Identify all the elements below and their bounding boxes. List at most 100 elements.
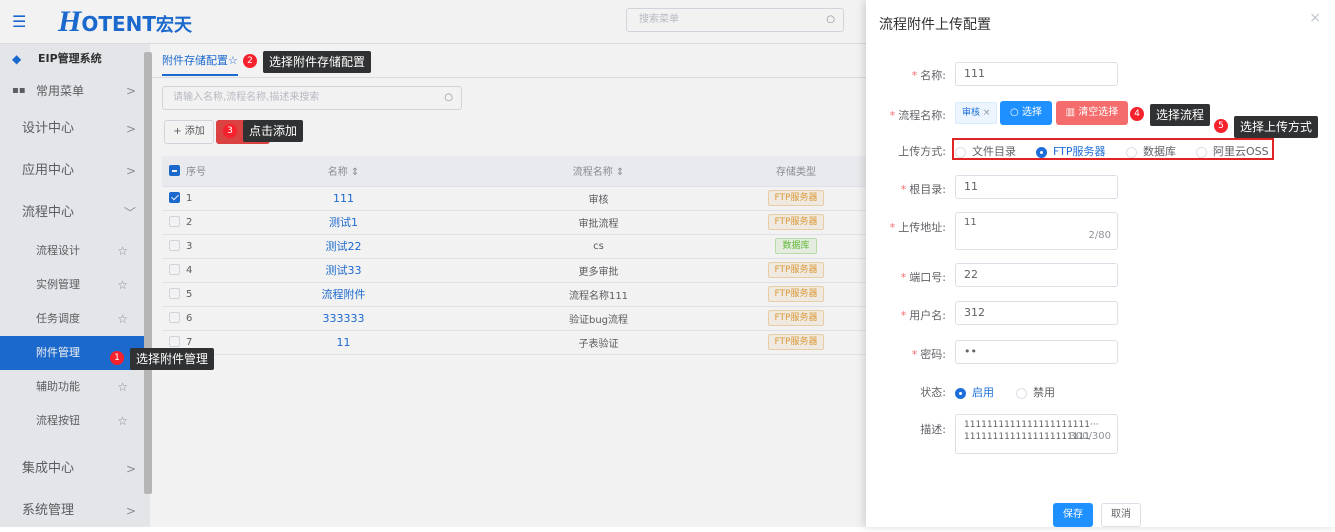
storage-type-tag: FTP服务器 [767,286,825,302]
row-checkbox[interactable] [162,186,186,211]
sidebar-subitem-attachment[interactable]: 附件管理 [0,336,150,370]
row-name-link[interactable]: 11 [216,330,471,355]
storage-type-tag: FTP服务器 [767,214,825,230]
upload-option-db[interactable]: 数据库 [1126,143,1176,159]
star-icon[interactable]: ☆ [117,302,128,336]
trash-icon: ▥ [1065,107,1076,118]
checkbox[interactable] [168,216,180,228]
star-icon[interactable]: ☆ [228,54,238,67]
upload-option-dir[interactable]: 文件目录 [955,143,1016,159]
tag-close-icon[interactable]: × [983,108,991,118]
row-name-link[interactable]: 测试22 [216,234,471,259]
table-row[interactable]: 3 测试22 cs 数据库 [162,234,866,259]
checkbox[interactable] [168,264,180,276]
table-row[interactable]: 2 测试1 审批流程 FTP服务器 [162,210,866,235]
status-enabled-radio[interactable]: 启用 [955,384,994,400]
tab-bar: 附件存储配置☆ [152,44,866,78]
table-header-row: 序号 名称 ⇕ 流程名称 ⇕ 存储类型 [162,156,866,187]
sidebar-item-flow[interactable]: 流程中心 ﹀ [0,192,150,234]
name-label: * 名称: [911,69,946,82]
username-field[interactable]: 312 [955,301,1118,325]
row-checkbox[interactable] [162,282,186,307]
star-icon[interactable]: ☆ [117,404,128,438]
table-row[interactable]: 4 测试33 更多审批 FTP服务器 [162,258,866,283]
save-button[interactable]: 保存 [1053,503,1093,527]
sidebar-item-app[interactable]: 应用中心 > [0,150,150,192]
chevron-right-icon: > [125,122,136,136]
sidebar-subitem-buttons[interactable]: 流程按钮 ☆ [0,404,150,438]
search-icon[interactable]: ○ [826,9,835,31]
port-field[interactable]: 22 [955,263,1118,287]
star-icon[interactable]: ☆ [117,268,128,302]
row-type: FTP服务器 [726,210,866,235]
row-flow: 子表验证 [471,330,726,355]
row-checkbox[interactable] [162,234,186,259]
row-name-link[interactable]: 333333 [216,306,471,331]
row-name-link[interactable]: 流程附件 [216,282,471,307]
row-name-link[interactable]: 测试1 [216,210,471,235]
star-icon[interactable]: ☆ [117,234,128,268]
password-field[interactable]: •• [955,340,1118,364]
search-input[interactable]: 请输入名称,流程名称,描述来搜索 ○ [162,86,462,110]
chevron-right-icon: > [125,504,136,518]
row-no: 1 [186,186,216,211]
menu-search-input[interactable]: 搜索菜单 ○ [626,8,844,32]
storage-type-tag: FTP服务器 [767,310,825,326]
col-name[interactable]: 名称 ⇕ [216,156,471,187]
checkbox[interactable] [168,312,180,324]
star-icon[interactable]: ☆ [117,370,128,404]
checkbox[interactable] [168,192,180,204]
table-row[interactable]: 6 333333 验证bug流程 FTP服务器 [162,306,866,331]
callout-badge: 3 [223,124,237,138]
table-row[interactable]: 1 111 审核 FTP服务器 [162,186,866,211]
checkbox[interactable] [168,165,180,176]
cancel-button[interactable]: 取消 [1101,503,1141,527]
col-type[interactable]: 存储类型 [726,156,866,187]
add-button[interactable]: + 添加 [164,120,214,144]
sidebar-subitem-flow-design[interactable]: 流程设计 ☆ [0,234,150,268]
sidebar-subitem-aux[interactable]: 辅助功能 ☆ [0,370,150,404]
root-field[interactable]: 11 [955,175,1118,199]
sidebar-subitem-instance[interactable]: 实例管理 ☆ [0,268,150,302]
sidebar-item-design[interactable]: 设计中心 > [0,108,150,150]
upload-option-ftp[interactable]: FTP服务器 [1036,143,1106,159]
row-checkbox[interactable] [162,210,186,235]
row-checkbox[interactable] [162,258,186,283]
storage-type-tag: 数据库 [775,238,817,254]
pwd-label: * 密码: [911,348,946,361]
sidebar-subitem-task[interactable]: 任务调度 ☆ [0,302,150,336]
grid-icon: ▪▪ [12,85,26,96]
callout-tooltip: 选择上传方式 [1234,116,1319,138]
col-flow[interactable]: 流程名称 ⇕ [471,156,726,187]
close-icon[interactable]: × [1309,10,1321,26]
row-name-link[interactable]: 111 [216,186,471,211]
select-flow-button[interactable]: ○ 选择 [1000,101,1052,125]
checkbox[interactable] [168,336,180,348]
sidebar-item-integration[interactable]: 集成中心 > [0,448,150,490]
desc-label: 描述: [920,423,946,436]
upload-option-oss[interactable]: 阿里云OSS [1196,143,1269,159]
row-name-link[interactable]: 测试33 [216,258,471,283]
menu-collapse-icon[interactable]: ☰ [12,12,26,31]
row-type: FTP服务器 [726,306,866,331]
select-all-checkbox[interactable] [162,156,186,187]
table-row[interactable]: 5 流程附件 流程名称111 FTP服务器 [162,282,866,307]
flow-label: * 流程名称: [889,109,946,122]
table-row[interactable]: 7 11 子表验证 FTP服务器 [162,330,866,355]
addr-field[interactable]: 11 2/80 [955,212,1118,250]
row-checkbox[interactable] [162,306,186,331]
main-content: 附件存储配置☆ 请输入名称,流程名称,描述来搜索 ○ + 添加 序号 名称 ⇕ … [152,44,866,527]
checkbox[interactable] [168,288,180,300]
description-field[interactable]: 1111111111111111111111··· 111111111111111… [955,414,1118,454]
sidebar-scrollbar[interactable] [144,52,152,494]
sidebar-system[interactable]: ◆ EIP管理系统 [0,44,150,74]
sidebar-item-common[interactable]: ▪▪ 常用菜单 > [0,74,150,108]
tab-attachment-config[interactable]: 附件存储配置☆ [162,52,238,76]
clear-selection-button[interactable]: ▥ 清空选择 [1056,101,1128,125]
flow-tag: 审核 × [955,102,998,124]
checkbox[interactable] [168,240,180,252]
status-disabled-radio[interactable]: 禁用 [1016,384,1055,400]
sidebar-item-system[interactable]: 系统管理 > [0,490,150,532]
search-icon[interactable]: ○ [444,87,453,109]
name-field[interactable]: 111 [955,62,1118,86]
